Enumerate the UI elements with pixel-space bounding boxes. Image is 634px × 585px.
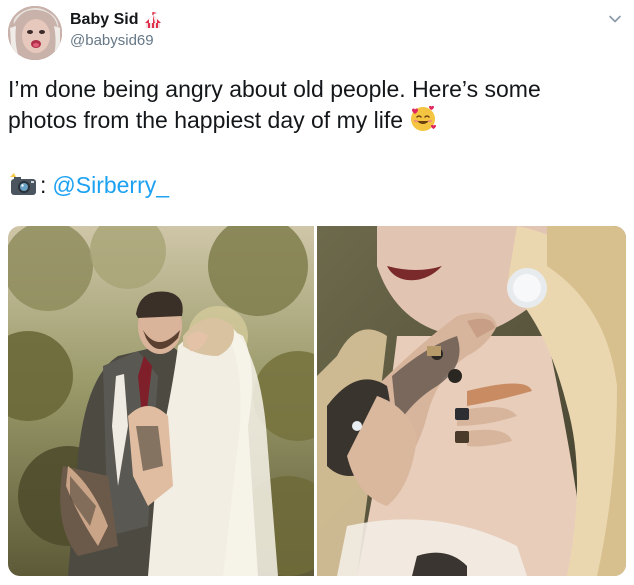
tweet-header: Baby Sid @babysid69 <box>8 6 626 62</box>
user-handle[interactable]: @babysid69 <box>70 32 162 49</box>
smiling-face-with-hearts-icon <box>411 105 437 131</box>
wedding-couple-photo[interactable] <box>8 226 314 576</box>
display-name-row: Baby Sid <box>70 8 162 32</box>
credit-separator: : <box>40 171 47 198</box>
tweet-text-line-1: I’m done being angry about old people. H… <box>8 76 541 102</box>
photo-grid <box>8 226 626 576</box>
tweet-text: I’m done being angry about old people. H… <box>8 74 618 136</box>
tweet-text-line-2: photos from the happiest day of my life <box>8 105 618 136</box>
mention-link[interactable]: @Sirberry_ <box>52 172 169 199</box>
camera-with-flash-icon <box>10 173 36 195</box>
display-name[interactable]: Baby Sid <box>70 11 138 29</box>
user-names: Baby Sid @babysid69 <box>70 8 162 49</box>
tweet-card: Baby Sid @babysid69 I’m done being angry… <box>0 0 634 585</box>
photo-credit: : @Sirberry_ <box>8 170 169 200</box>
tweet-text-line-2-text: photos from the happiest day of my life <box>8 107 404 133</box>
circus-tent-icon <box>145 12 162 28</box>
chevron-down-icon[interactable] <box>608 12 622 26</box>
avatar[interactable] <box>8 6 62 60</box>
tattooed-hand-on-neck-photo[interactable] <box>317 226 626 576</box>
